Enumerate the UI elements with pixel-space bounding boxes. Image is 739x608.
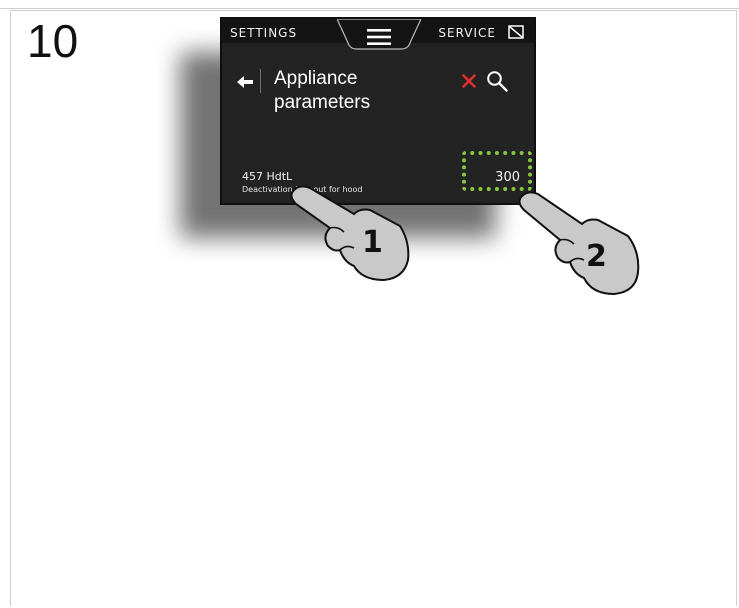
step-number: 10 (27, 15, 79, 67)
service-tab[interactable]: SERVICE (438, 26, 496, 40)
parameter-code[interactable]: 457 HdtL (242, 170, 292, 183)
page-title: Appliance parameters (274, 68, 371, 113)
search-icon[interactable] (486, 70, 508, 92)
settings-tab[interactable]: SETTINGS (230, 26, 297, 40)
value-highlight-box (462, 151, 532, 191)
pointing-hand-icon-1: 1 (290, 186, 410, 282)
top-divider (0, 0, 739, 9)
left-arrow-icon[interactable] (236, 75, 254, 89)
close-x-icon[interactable] (462, 74, 476, 88)
service-crossed-square-icon[interactable] (508, 25, 524, 39)
callout-number-2: 2 (586, 239, 607, 274)
callout-number-1: 1 (362, 225, 383, 260)
pointing-hand-icon-2: 2 (518, 191, 640, 296)
hamburger-menu-icon[interactable] (367, 29, 391, 45)
title-divider (260, 69, 261, 93)
